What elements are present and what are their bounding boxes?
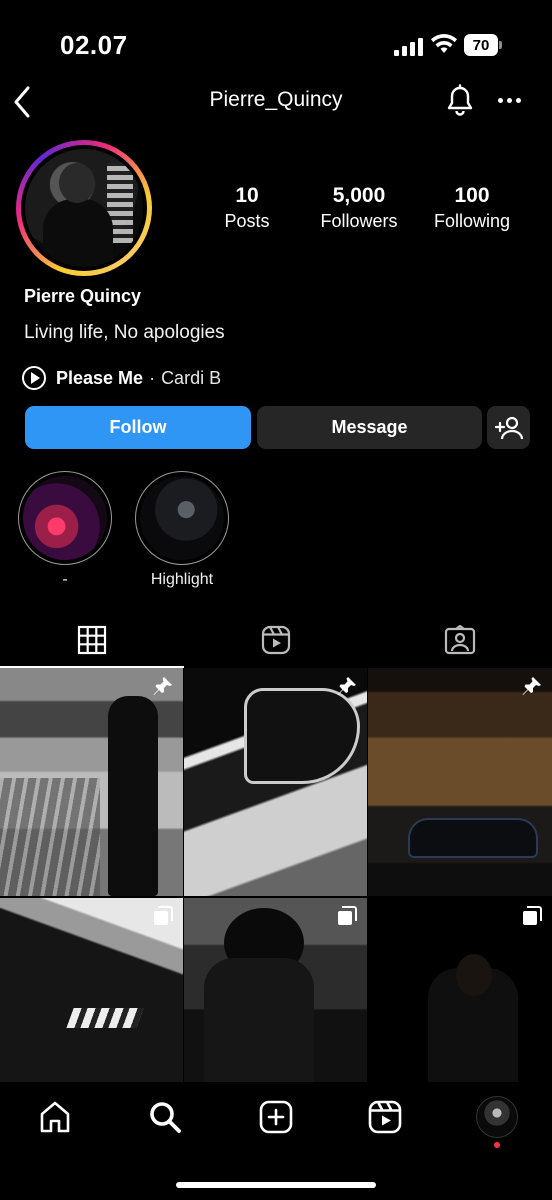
highlight-cover-image bbox=[23, 476, 107, 560]
story-highlight[interactable]: - bbox=[18, 471, 112, 589]
follow-button[interactable]: Follow bbox=[25, 406, 251, 449]
reels-icon bbox=[368, 1100, 402, 1134]
multi-post-icon bbox=[338, 906, 357, 925]
highlight-cover-image bbox=[140, 476, 224, 560]
nav-profile-avatar[interactable] bbox=[476, 1096, 518, 1138]
tab-tagged[interactable] bbox=[368, 612, 552, 668]
profile-avatar bbox=[25, 149, 143, 267]
story-highlight[interactable]: Highlight bbox=[135, 471, 229, 589]
tab-reels[interactable] bbox=[184, 612, 368, 668]
post-thumbnail[interactable] bbox=[0, 898, 183, 1082]
nav-search[interactable] bbox=[146, 1098, 184, 1136]
stat-followers-count: 5,000 bbox=[332, 184, 386, 207]
nav-create[interactable] bbox=[257, 1098, 295, 1136]
highlight-label: Highlight bbox=[150, 571, 214, 588]
multi-post-icon bbox=[523, 906, 542, 925]
profile-bio: Living life, No apologies bbox=[24, 322, 225, 343]
create-icon bbox=[259, 1100, 293, 1134]
multi-post-icon bbox=[154, 906, 173, 925]
suggested-users-button[interactable] bbox=[487, 406, 530, 449]
home-icon bbox=[40, 1101, 70, 1133]
post-thumbnail[interactable] bbox=[184, 668, 367, 896]
stat-following-label: Following bbox=[433, 211, 511, 231]
search-icon bbox=[150, 1102, 181, 1133]
status-bar: 02.07 70 bbox=[0, 0, 552, 80]
highlight-cover-ring bbox=[135, 471, 229, 565]
cellular-signal-icon bbox=[394, 36, 424, 56]
post-thumbnail[interactable] bbox=[184, 898, 367, 1082]
battery-level: 70 bbox=[464, 34, 498, 56]
more-options-icon[interactable] bbox=[498, 98, 526, 106]
play-icon[interactable] bbox=[22, 366, 46, 390]
battery-icon: 70 bbox=[464, 34, 502, 56]
nav-home[interactable] bbox=[36, 1098, 74, 1136]
stat-following[interactable]: 100 Following bbox=[426, 184, 518, 234]
pin-icon bbox=[522, 677, 541, 695]
highlight-cover-ring bbox=[18, 471, 112, 565]
post-thumbnail[interactable] bbox=[368, 668, 552, 896]
stat-posts-label: Posts bbox=[224, 211, 270, 231]
stat-posts-count: 10 bbox=[235, 184, 259, 207]
display-name: Pierre Quincy bbox=[24, 286, 142, 306]
profile-avatar-story-ring[interactable] bbox=[16, 140, 152, 276]
profile-header: Pierre_Quincy bbox=[0, 78, 552, 126]
reels-icon bbox=[261, 625, 291, 655]
notification-dot bbox=[494, 1142, 500, 1148]
pin-icon bbox=[337, 677, 356, 695]
nav-reels[interactable] bbox=[366, 1098, 404, 1136]
wifi-icon bbox=[431, 33, 457, 53]
add-user-icon bbox=[494, 416, 523, 439]
stat-following-count: 100 bbox=[454, 184, 490, 207]
music-separator: · bbox=[149, 367, 156, 388]
profile-tabs bbox=[0, 612, 552, 668]
profile-music[interactable]: Please Me · Cardi B bbox=[22, 366, 221, 390]
highlight-label: - bbox=[62, 571, 68, 588]
tagged-icon bbox=[444, 625, 476, 655]
posts-grid bbox=[0, 668, 552, 1082]
post-thumbnail[interactable] bbox=[0, 668, 183, 896]
message-button[interactable]: Message bbox=[257, 406, 482, 449]
home-indicator[interactable] bbox=[176, 1182, 376, 1188]
stat-followers[interactable]: 5,000 Followers bbox=[312, 184, 406, 234]
stat-followers-label: Followers bbox=[320, 211, 398, 231]
tab-posts-grid[interactable] bbox=[0, 612, 184, 668]
music-artist: Cardi B bbox=[161, 367, 222, 388]
music-song: Please Me bbox=[56, 367, 144, 388]
grid-icon bbox=[77, 625, 107, 655]
post-thumbnail[interactable] bbox=[368, 898, 552, 1082]
stat-posts[interactable]: 10 Posts bbox=[216, 184, 278, 234]
pin-icon bbox=[153, 677, 172, 695]
notification-bell-icon[interactable] bbox=[446, 84, 474, 118]
status-time: 02.07 bbox=[60, 30, 128, 60]
